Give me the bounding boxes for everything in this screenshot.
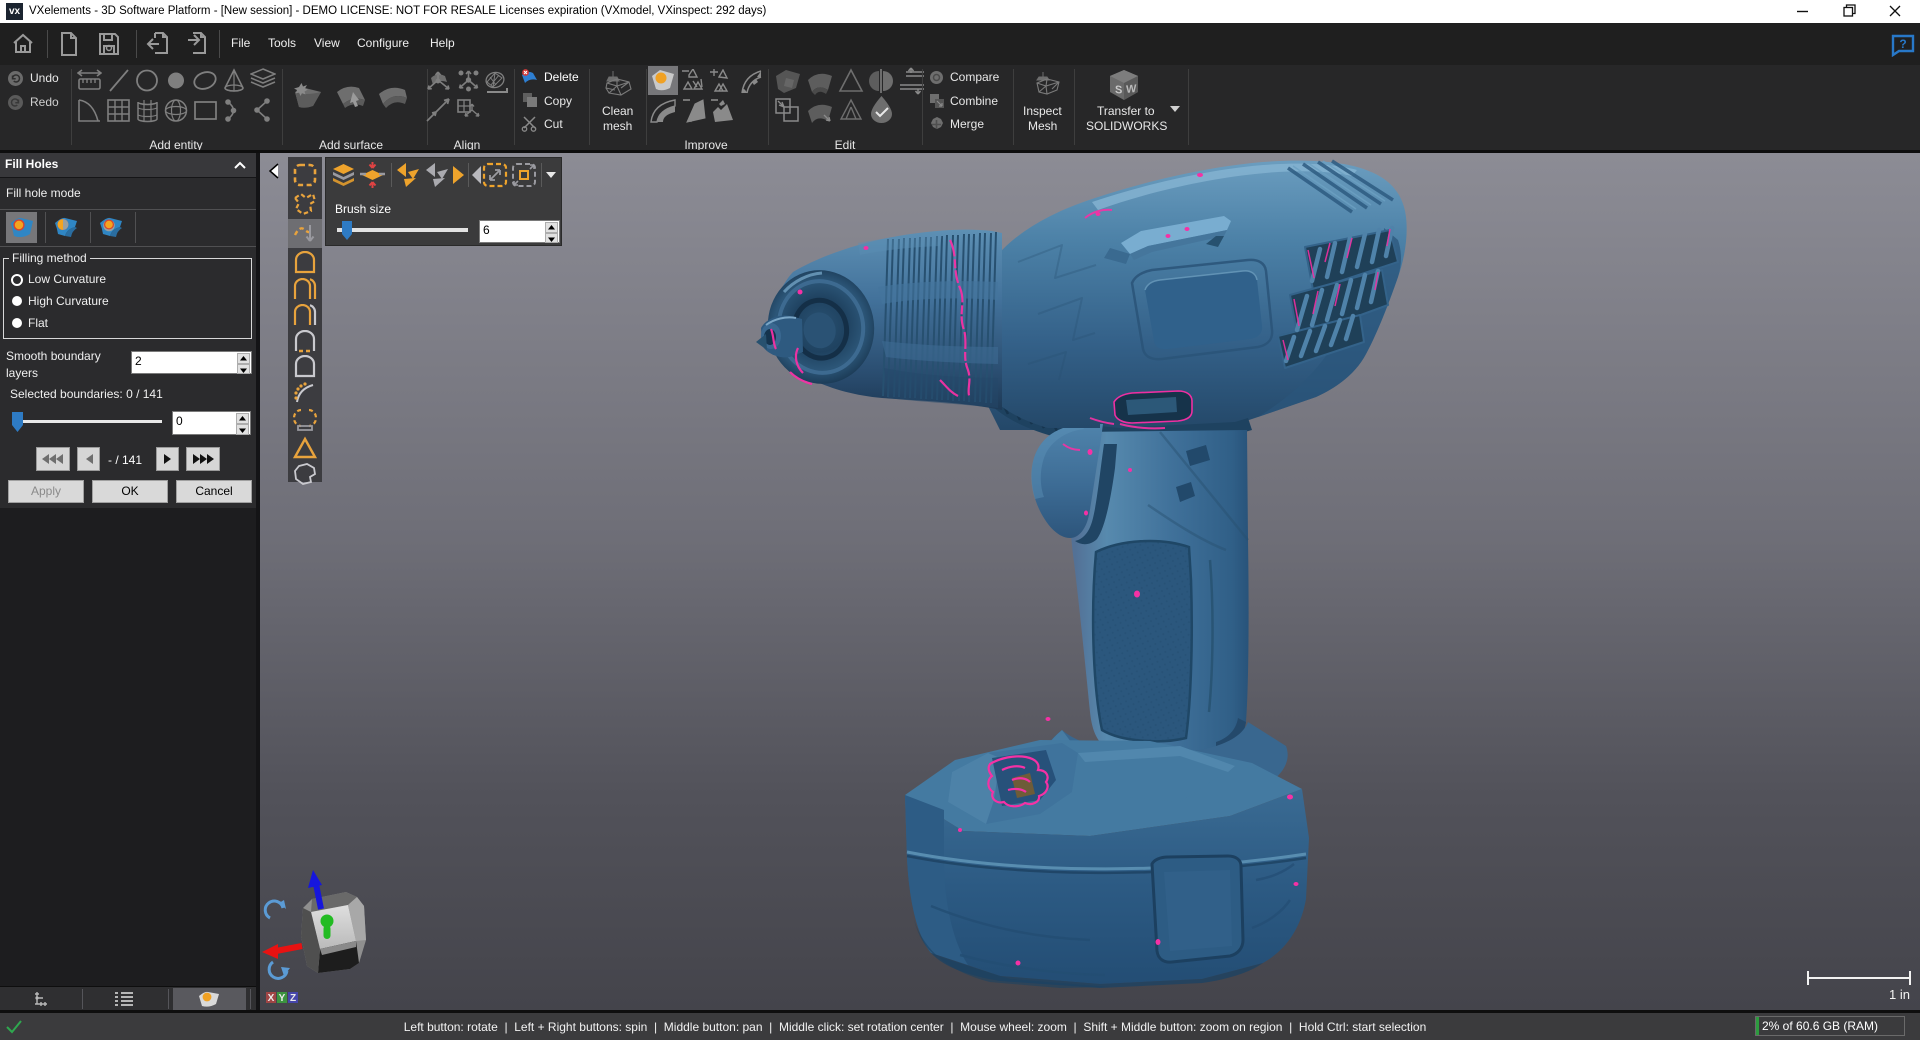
svg-text:?: ? <box>1899 37 1906 51</box>
svg-text:W: W <box>1126 83 1137 96</box>
svg-text:Y: Y <box>279 993 286 1004</box>
svg-text:Z: Z <box>290 993 296 1004</box>
svg-text:1 in: 1 in <box>1889 987 1910 1002</box>
svg-text:S: S <box>1115 84 1122 97</box>
svg-text:X: X <box>268 993 275 1004</box>
